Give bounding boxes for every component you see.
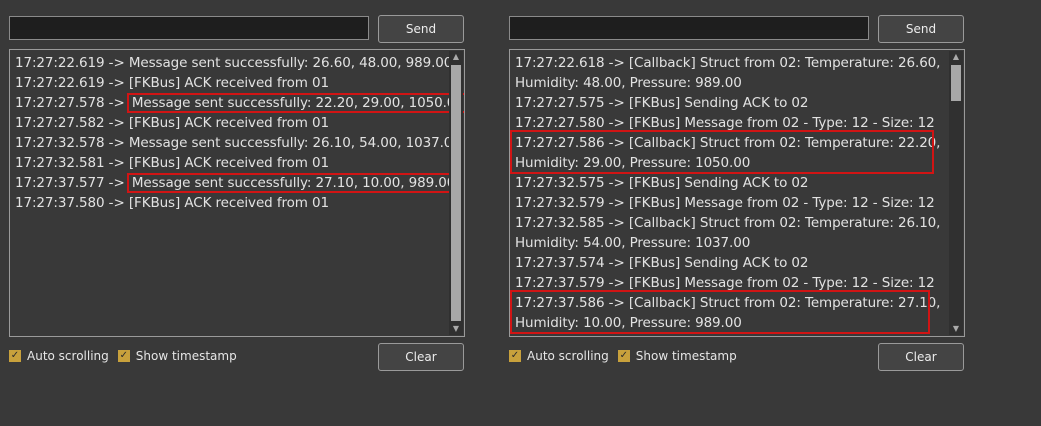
log-line: 17:27:27.580 -> [FKBus] Message from 02 …	[515, 115, 935, 131]
right-auto-scrolling-checkbox[interactable]: ✓	[509, 350, 521, 362]
right-message-input[interactable]	[509, 16, 869, 40]
log-line: 17:27:32.575 -> [FKBus] Sending ACK to 0…	[515, 175, 809, 191]
scroll-down-icon[interactable]: ▼	[449, 323, 463, 335]
log-line: 17:27:32.579 -> [FKBus] Message from 02 …	[515, 195, 935, 211]
left-show-timestamp-checkbox[interactable]: ✓	[117, 350, 130, 362]
log-timestamp: 17:27:32.581 ->	[15, 155, 129, 171]
left-scroll-thumb[interactable]	[451, 65, 461, 321]
log-line: 17:27:27.578 -> Message sent successfull…	[15, 93, 464, 113]
log-line: Humidity: 10.00, Pressure: 989.00	[515, 315, 742, 331]
log-line: 17:27:37.579 -> [FKBus] Message from 02 …	[515, 275, 935, 291]
log-line: 17:27:37.586 -> [Callback] Struct from 0…	[515, 295, 941, 311]
left-serial-panel: Send 17:27:22.619 -> Message sent succes…	[9, 0, 469, 426]
log-timestamp: 17:27:27.578 ->	[15, 95, 129, 111]
log-line: Humidity: 29.00, Pressure: 1050.00	[515, 155, 751, 171]
log-line: 17:27:32.578 -> Message sent successfull…	[15, 133, 461, 153]
log-line: 17:27:37.580 -> [FKBus] ACK received fro…	[15, 193, 444, 213]
show-timestamp-label: Show timestamp	[635, 349, 737, 363]
left-auto-scrolling-checkbox[interactable]: ✓	[9, 350, 21, 362]
right-serial-panel: Send 17:27:22.618 -> [Callback] Struct f…	[509, 0, 969, 426]
left-options: ✓ Auto scrolling ✓ Show timestamp	[9, 349, 246, 363]
log-line: Humidity: 54.00, Pressure: 1037.00	[515, 235, 751, 251]
log-message: [FKBus] ACK received from 01	[128, 155, 330, 171]
highlighted-log-message: Message sent successfully: 22.20, 29.00,…	[126, 93, 464, 113]
log-timestamp: 17:27:22.619 ->	[15, 75, 129, 91]
log-line: 17:27:32.581 -> [FKBus] ACK received fro…	[15, 153, 444, 173]
log-message: Message sent successfully: 26.60, 48.00,…	[128, 55, 453, 71]
left-scrollbar[interactable]: ▲ ▼	[449, 51, 463, 335]
right-clear-button[interactable]: Clear	[878, 343, 964, 371]
log-timestamp: 17:27:32.578 ->	[15, 135, 129, 151]
scroll-up-icon[interactable]: ▲	[949, 51, 963, 63]
log-timestamp: 17:27:27.582 ->	[15, 115, 129, 131]
right-scroll-thumb[interactable]	[951, 65, 961, 101]
log-timestamp: 17:27:37.580 ->	[15, 195, 129, 211]
right-options: ✓ Auto scrolling ✓ Show timestamp	[509, 349, 746, 363]
scroll-up-icon[interactable]: ▲	[449, 51, 463, 63]
log-line: 17:27:22.619 -> [FKBus] ACK received fro…	[15, 73, 444, 93]
log-line: 17:27:37.577 -> Message sent successfull…	[15, 173, 461, 193]
right-scrollbar[interactable]: ▲ ▼	[949, 51, 963, 335]
log-line: Humidity: 48.00, Pressure: 989.00	[515, 75, 742, 91]
log-message: [FKBus] ACK received from 01	[128, 195, 330, 211]
log-timestamp: 17:27:22.619 ->	[15, 55, 129, 71]
auto-scrolling-label: Auto scrolling	[527, 349, 609, 363]
show-timestamp-label: Show timestamp	[135, 349, 237, 363]
log-timestamp: 17:27:37.577 ->	[15, 175, 129, 191]
log-line: 17:27:22.618 -> [Callback] Struct from 0…	[515, 55, 941, 71]
log-line: 17:27:27.586 -> [Callback] Struct from 0…	[515, 135, 941, 151]
left-clear-button[interactable]: Clear	[378, 343, 464, 371]
right-send-button[interactable]: Send	[878, 15, 964, 43]
left-message-input[interactable]	[9, 16, 369, 40]
left-log-output[interactable]: 17:27:22.619 -> Message sent successfull…	[9, 49, 465, 337]
log-line: 17:27:37.574 -> [FKBus] Sending ACK to 0…	[515, 255, 809, 271]
log-line: 17:27:27.582 -> [FKBus] ACK received fro…	[15, 113, 444, 133]
left-send-button[interactable]: Send	[378, 15, 464, 43]
log-message: Message sent successfully: 26.10, 54.00,…	[128, 135, 461, 151]
auto-scrolling-label: Auto scrolling	[27, 349, 109, 363]
log-line: 17:27:27.575 -> [FKBus] Sending ACK to 0…	[515, 95, 809, 111]
scroll-down-icon[interactable]: ▼	[949, 323, 963, 335]
right-log-output[interactable]: 17:27:22.618 -> [Callback] Struct from 0…	[509, 49, 965, 337]
right-show-timestamp-checkbox[interactable]: ✓	[617, 350, 630, 362]
log-line: 17:27:22.619 -> Message sent successfull…	[15, 53, 452, 73]
log-message: [FKBus] ACK received from 01	[128, 115, 330, 131]
highlighted-log-message: Message sent successfully: 27.10, 10.00,…	[126, 173, 461, 193]
log-line: 17:27:32.585 -> [Callback] Struct from 0…	[515, 215, 941, 231]
log-message: [FKBus] ACK received from 01	[128, 75, 330, 91]
